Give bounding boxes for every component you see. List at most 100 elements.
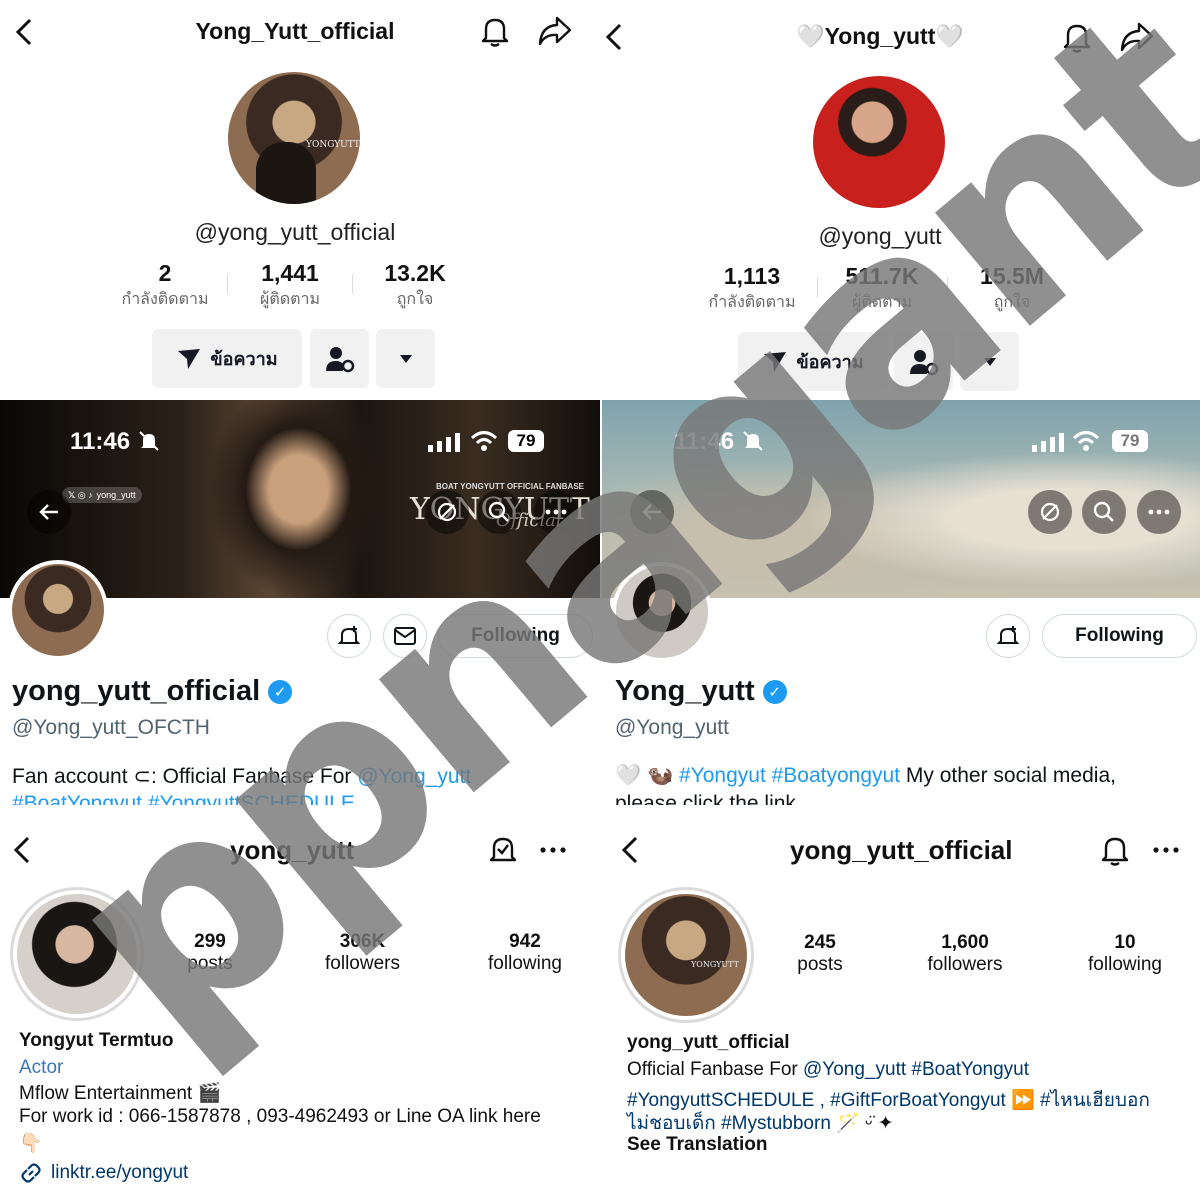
send-icon [178, 348, 201, 369]
stat-followers[interactable]: 1,600 followers [910, 932, 1020, 976]
banner-small-text: BOAT YONGYUTT OFFICIAL FANBASE [436, 482, 585, 491]
page-title: yong_yutt_official [790, 835, 1013, 865]
username-handle: @yong_yutt [818, 223, 942, 249]
back-button[interactable] [27, 490, 71, 534]
stat-following[interactable]: 2 กำลังติดตาม [110, 260, 220, 312]
bio-links[interactable]: @Yong_yutt #BoatYongyut [803, 1059, 1029, 1080]
signal-icon [428, 433, 460, 452]
notifications-button[interactable] [986, 614, 1030, 658]
no-entry-icon [1040, 502, 1060, 522]
search-icon [1093, 501, 1114, 522]
mute-bell-icon [743, 431, 763, 451]
message-button[interactable]: ข้อความ [738, 332, 888, 391]
battery-indicator: 79 [1112, 430, 1148, 452]
following-button[interactable]: Following [1042, 614, 1197, 658]
add-friend-button[interactable] [894, 332, 953, 391]
avatar[interactable] [8, 560, 108, 660]
bell-icon[interactable] [1060, 20, 1094, 54]
bio-emoji: 👇🏻 [19, 1133, 43, 1154]
bio-line-1: 🤍 🦦 #Yongyut #Boatyongyut My other socia… [615, 764, 1116, 787]
display-name: yong_yutt_official ✓ [12, 675, 293, 708]
avatar[interactable]: YONGYUTT [228, 72, 360, 204]
stats-row: 245 posts 1,600 followers 10 following [770, 932, 1180, 976]
send-icon [764, 351, 787, 372]
banner-social-chip: 𝕏 ◎ ♪ yong_yutt [62, 487, 142, 503]
stat-following[interactable]: 942 following [470, 931, 580, 975]
battery-indicator: 79 [508, 430, 544, 452]
hide-button[interactable] [425, 490, 469, 534]
more-button[interactable] [534, 490, 578, 534]
mail-icon [394, 627, 416, 645]
tiktok-personal-profile: 🤍Yong_yutt🤍 @yong_yutt 1,113 กำลังติดตาม … [602, 0, 1200, 400]
avatar-logo-text: YONGYUTT [306, 140, 360, 150]
hide-button[interactable] [1028, 490, 1072, 534]
profile-name: Yongyut Termtuo [19, 1030, 174, 1051]
bell-icon[interactable] [1100, 833, 1130, 867]
bell-plus-icon [337, 626, 361, 644]
triangle-down-icon [983, 357, 996, 366]
profile-name: yong_yutt_official [627, 1032, 790, 1053]
avatar[interactable]: YONGYUTT [618, 887, 754, 1023]
instagram-personal-profile: yong_yutt 299 posts 306K followers 942 foll… [0, 805, 600, 1200]
twitter-personal-profile: 11:46 79 Following Yong_yutt ✓ @Yong_yut… [602, 400, 1200, 805]
wifi-icon [470, 431, 498, 451]
instagram-official-profile: yong_yutt_official YONGYUTT 245 posts 1,6… [602, 805, 1200, 1200]
back-icon[interactable] [10, 835, 36, 865]
user-settings-icon [909, 349, 938, 375]
category-label: Actor [19, 1057, 64, 1078]
mute-bell-icon [139, 431, 159, 451]
tiktok-official-profile: Yong_Yutt_official YONGYUTT @yong_yutt_o… [0, 0, 600, 400]
stat-posts[interactable]: 245 posts [770, 932, 870, 976]
bio-mention-link[interactable]: @Yong_yutt [357, 765, 471, 788]
avatar[interactable] [10, 887, 144, 1021]
stat-likes: 15.5M ถูกใจ [980, 263, 1044, 311]
more-button[interactable] [1137, 490, 1181, 534]
verified-badge-icon: ✓ [268, 679, 293, 704]
bio-line-1: Official Fanbase For @Yong_yutt #BoatYon… [627, 1059, 1030, 1080]
no-entry-icon [437, 502, 457, 522]
search-icon [488, 501, 509, 522]
search-button[interactable] [1082, 490, 1126, 534]
back-button[interactable] [630, 490, 674, 534]
profile-link[interactable]: linktr.ee/yongyut [19, 1161, 188, 1185]
arrow-left-icon [642, 504, 661, 520]
more-dropdown-button[interactable] [960, 332, 1019, 391]
share-icon[interactable] [537, 14, 573, 48]
stat-followers[interactable]: 511.7K ผู้ติดตาม [827, 263, 937, 315]
stat-likes: 13.2K ถูกใจ [384, 260, 446, 308]
notifications-button[interactable] [327, 614, 371, 658]
stats-row: 1,113 กำลังติดตาม 511.7K ผู้ติดตาม 15.5M ถู… [697, 263, 1067, 315]
stat-followers[interactable]: 306K followers [303, 931, 423, 975]
bio-hashtags-link[interactable]: #Yongyut #Boatyongyut [679, 764, 900, 787]
share-icon[interactable] [1119, 20, 1155, 54]
username-handle: @Yong_yutt [615, 716, 729, 739]
add-friend-button[interactable] [310, 329, 369, 388]
stats-row: 2 กำลังติดตาม 1,441 ผู้ติดตาม 13.2K ถูกใจ [110, 260, 470, 312]
avatar[interactable] [612, 562, 712, 662]
signal-icon [1032, 433, 1064, 452]
triangle-down-icon [399, 354, 412, 363]
bio-line-2: For work id : 066-1587878 , 093-4962493 … [19, 1106, 541, 1127]
bio-line-2[interactable]: #BoatYongyut #YongyuttSCHEDULE [12, 792, 355, 805]
message-button[interactable]: ข้อความ [152, 329, 302, 388]
notification-bell-check-icon[interactable] [488, 833, 518, 867]
username-handle: @Yong_yutt_OFCTH [12, 716, 210, 739]
following-button[interactable]: Following [438, 614, 593, 658]
avatar-logo-text: YONGYUTT [691, 960, 739, 969]
back-icon[interactable] [618, 835, 644, 865]
more-dots-icon[interactable] [540, 847, 566, 853]
stat-following[interactable]: 1,113 กำลังติดตาม [697, 263, 807, 315]
stat-posts[interactable]: 299 posts [160, 931, 260, 975]
stat-following[interactable]: 10 following [1070, 932, 1180, 976]
search-button[interactable] [477, 490, 521, 534]
message-button[interactable] [383, 614, 427, 658]
bell-icon[interactable] [478, 14, 512, 48]
avatar[interactable] [813, 76, 945, 208]
status-time: 11:46 [674, 428, 735, 455]
more-dots-icon[interactable] [1153, 847, 1179, 853]
see-translation-button[interactable]: See Translation [627, 1134, 767, 1156]
more-dropdown-button[interactable] [376, 329, 435, 388]
bio-line-1: Fan account ⊂: Official Fanbase For @Yon… [12, 765, 472, 788]
bio-line-1: Mflow Entertainment 🎬 [19, 1083, 222, 1104]
stat-followers[interactable]: 1,441 ผู้ติดตาม [235, 260, 345, 312]
